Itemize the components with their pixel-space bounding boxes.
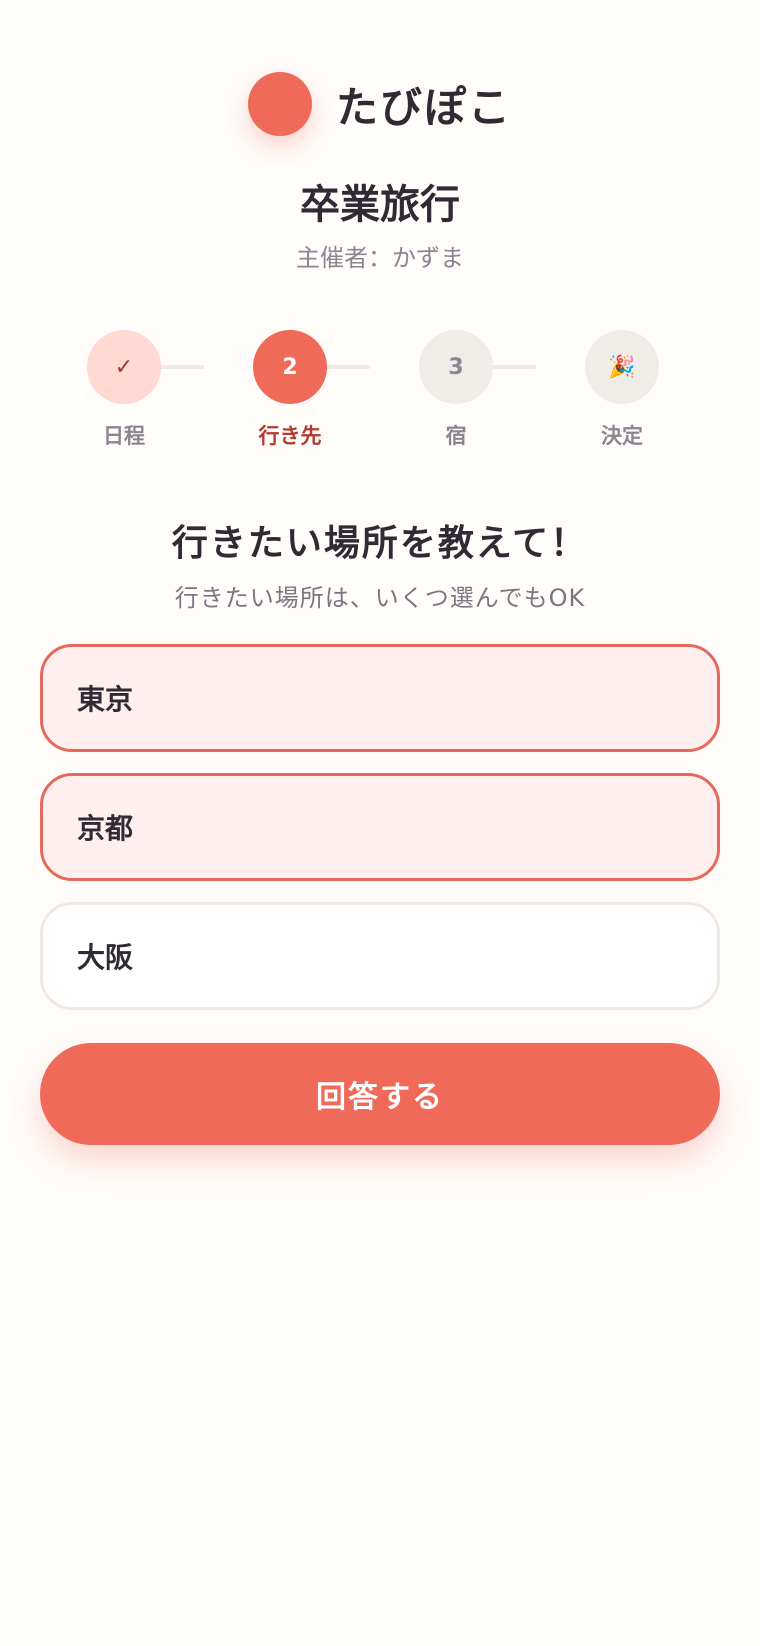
option-osaka[interactable]: 大阪 xyxy=(40,902,720,1010)
step-destination: 2 行き先 xyxy=(230,330,350,450)
step-label: 決定 xyxy=(601,424,643,448)
option-label: 東京 xyxy=(77,683,134,716)
step-number: 3 xyxy=(419,330,493,404)
question-hint: 行きたい場所は、いくつ選んでもOK xyxy=(174,584,586,612)
step-number: 2 xyxy=(253,330,327,404)
party-popper-icon: 🎉 xyxy=(585,330,659,404)
step-label: 宿 xyxy=(445,424,467,448)
check-icon: ✓ xyxy=(87,330,161,404)
option-label: 大阪 xyxy=(77,941,134,974)
step-label: 行き先 xyxy=(258,424,322,448)
step-label: 日程 xyxy=(103,424,145,448)
step-lodging: 3 宿 xyxy=(396,330,516,450)
brand-name: たびぽこ xyxy=(335,82,512,132)
submit-button[interactable]: 回答する xyxy=(40,1043,720,1145)
option-tokyo[interactable]: 東京 xyxy=(40,644,720,752)
option-kyoto[interactable]: 京都 xyxy=(40,773,720,881)
trip-title: 卒業旅行 xyxy=(300,182,460,228)
option-label: 京都 xyxy=(77,812,134,845)
page: たびぽこ 卒業旅行 主催者：かずま ✓ 日程 2 行き先 3 宿 🎉 決定 行き… xyxy=(0,0,760,1646)
circle-logo-icon xyxy=(247,72,312,136)
brand-header: たびぽこ xyxy=(0,72,760,136)
progress-stepper: ✓ 日程 2 行き先 3 宿 🎉 決定 xyxy=(0,330,760,450)
step-schedule: ✓ 日程 xyxy=(64,330,184,450)
destination-options: 東京 京都 大阪 xyxy=(40,644,720,1031)
organizer-text: 主催者：かずま xyxy=(296,244,464,272)
step-decision: 🎉 決定 xyxy=(562,330,682,450)
question-title: 行きたい場所を教えて！ xyxy=(171,523,589,564)
